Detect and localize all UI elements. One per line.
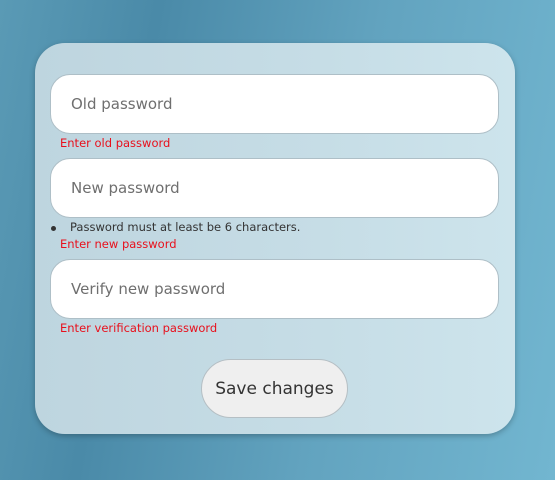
verify-password-input[interactable]: [51, 260, 498, 318]
new-password-error: Enter new password: [60, 237, 177, 251]
verify-password-error: Enter verification password: [60, 321, 218, 335]
save-changes-button[interactable]: Save changes: [201, 359, 348, 418]
new-password-input[interactable]: [51, 159, 498, 217]
password-requirement-hint: Password must at least be 6 characters.: [70, 220, 301, 234]
old-password-input[interactable]: [51, 75, 498, 133]
bullet-icon: [51, 226, 56, 231]
change-password-card: Enter old password Password must at leas…: [35, 43, 515, 434]
old-password-error: Enter old password: [60, 136, 171, 150]
new-password-field[interactable]: [50, 158, 499, 218]
verify-password-field[interactable]: [50, 259, 499, 319]
old-password-field[interactable]: [50, 74, 499, 134]
